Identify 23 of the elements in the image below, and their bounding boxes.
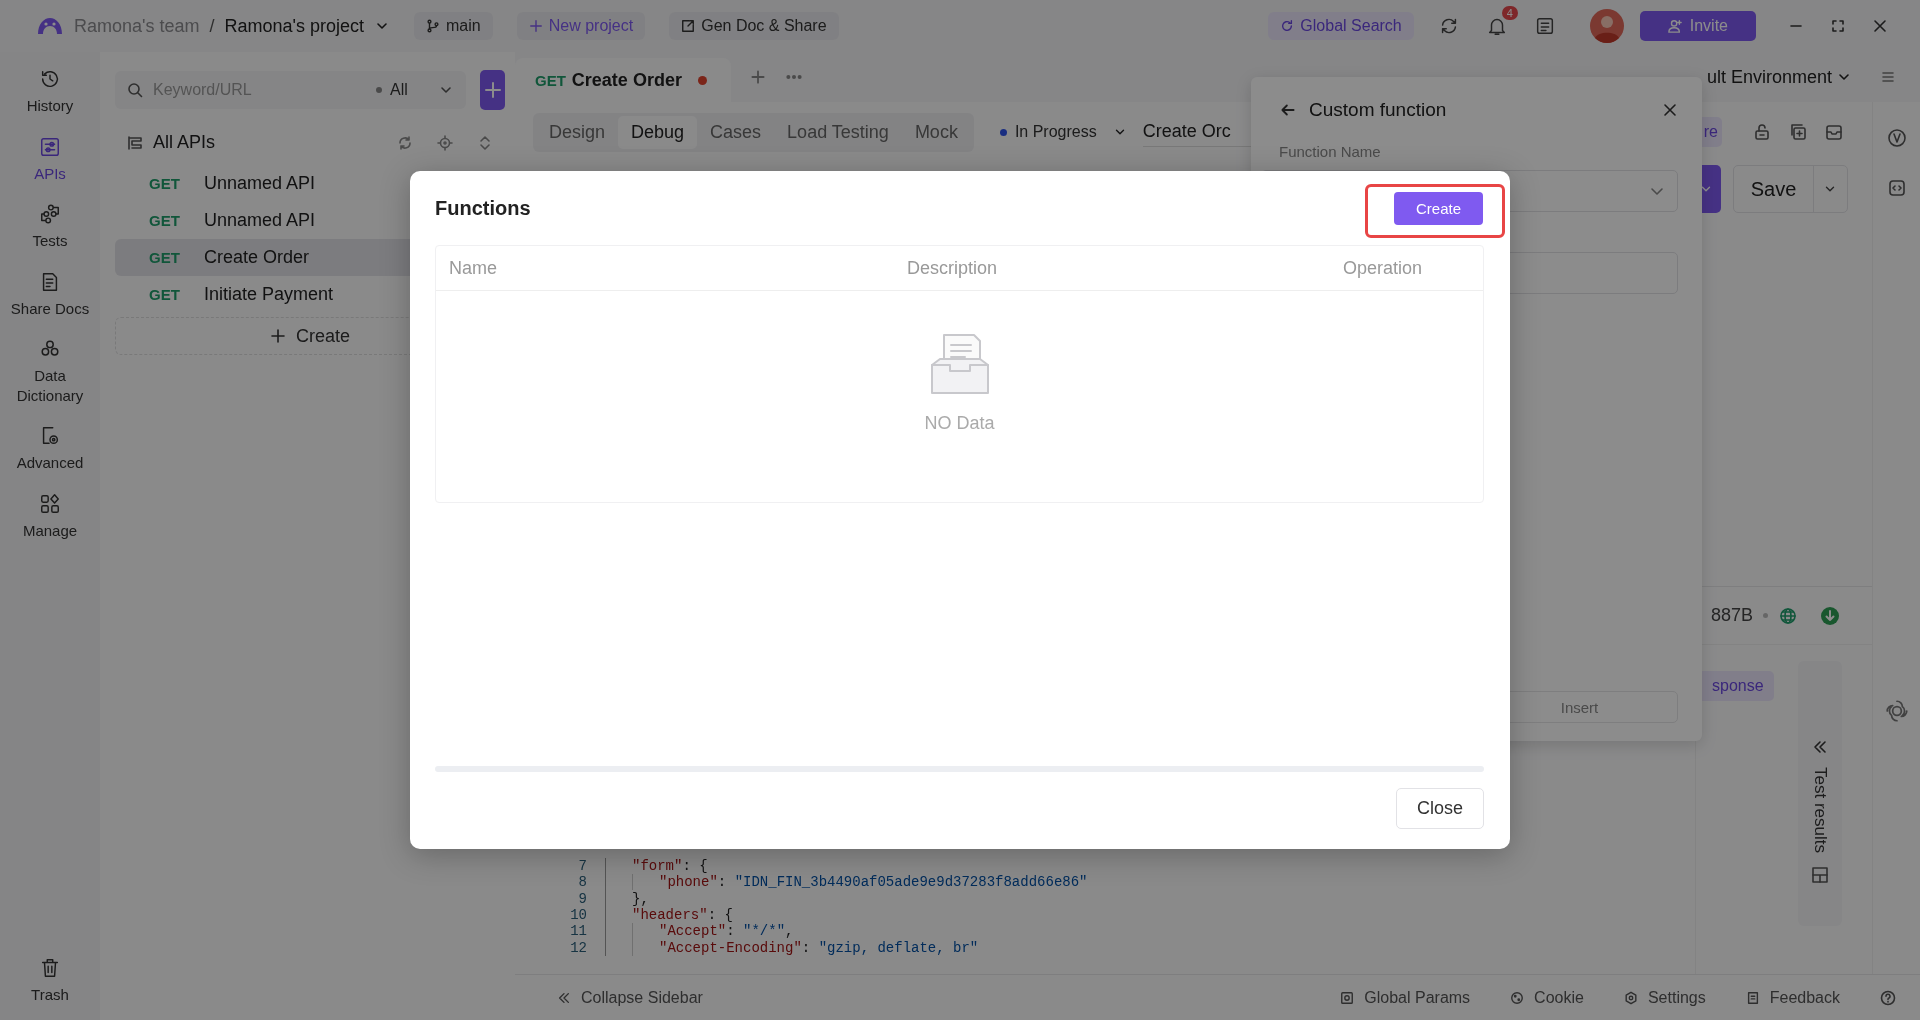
empty-state-text: NO Data: [924, 413, 995, 434]
tree-title: All APIs: [153, 132, 216, 153]
code-line: "form": {: [632, 857, 708, 874]
notification-badge: 4: [1501, 6, 1518, 20]
dialog-title: Functions: [435, 196, 531, 220]
column-header: Name: [449, 257, 497, 279]
code-line: "headers": {: [632, 907, 733, 923]
code-line: "phone": "IDN_FIN_3b4490af05ade9e9d37283f8add66e86": [659, 874, 1088, 891]
breadcrumb-separator: /: [209, 15, 215, 37]
field-label: Function Name: [1279, 143, 1382, 160]
column-header: Description: [907, 257, 998, 279]
line-number: 7: [577, 857, 587, 874]
line-number: 12: [569, 939, 587, 956]
line-number: 11: [569, 923, 587, 940]
code-line: "Accept-Encoding": "gzip, deflate, br": [659, 939, 979, 956]
code-line: "Accept": "*/*",: [659, 923, 794, 940]
line-number: 10: [569, 907, 587, 923]
panel-title: Custom function: [1309, 99, 1447, 121]
code-line: },: [632, 890, 649, 907]
line-number: 8: [577, 874, 587, 891]
column-header: Operation: [1343, 257, 1423, 279]
line-number: 9: [577, 890, 587, 907]
response-size: 887B: [1711, 605, 1754, 626]
